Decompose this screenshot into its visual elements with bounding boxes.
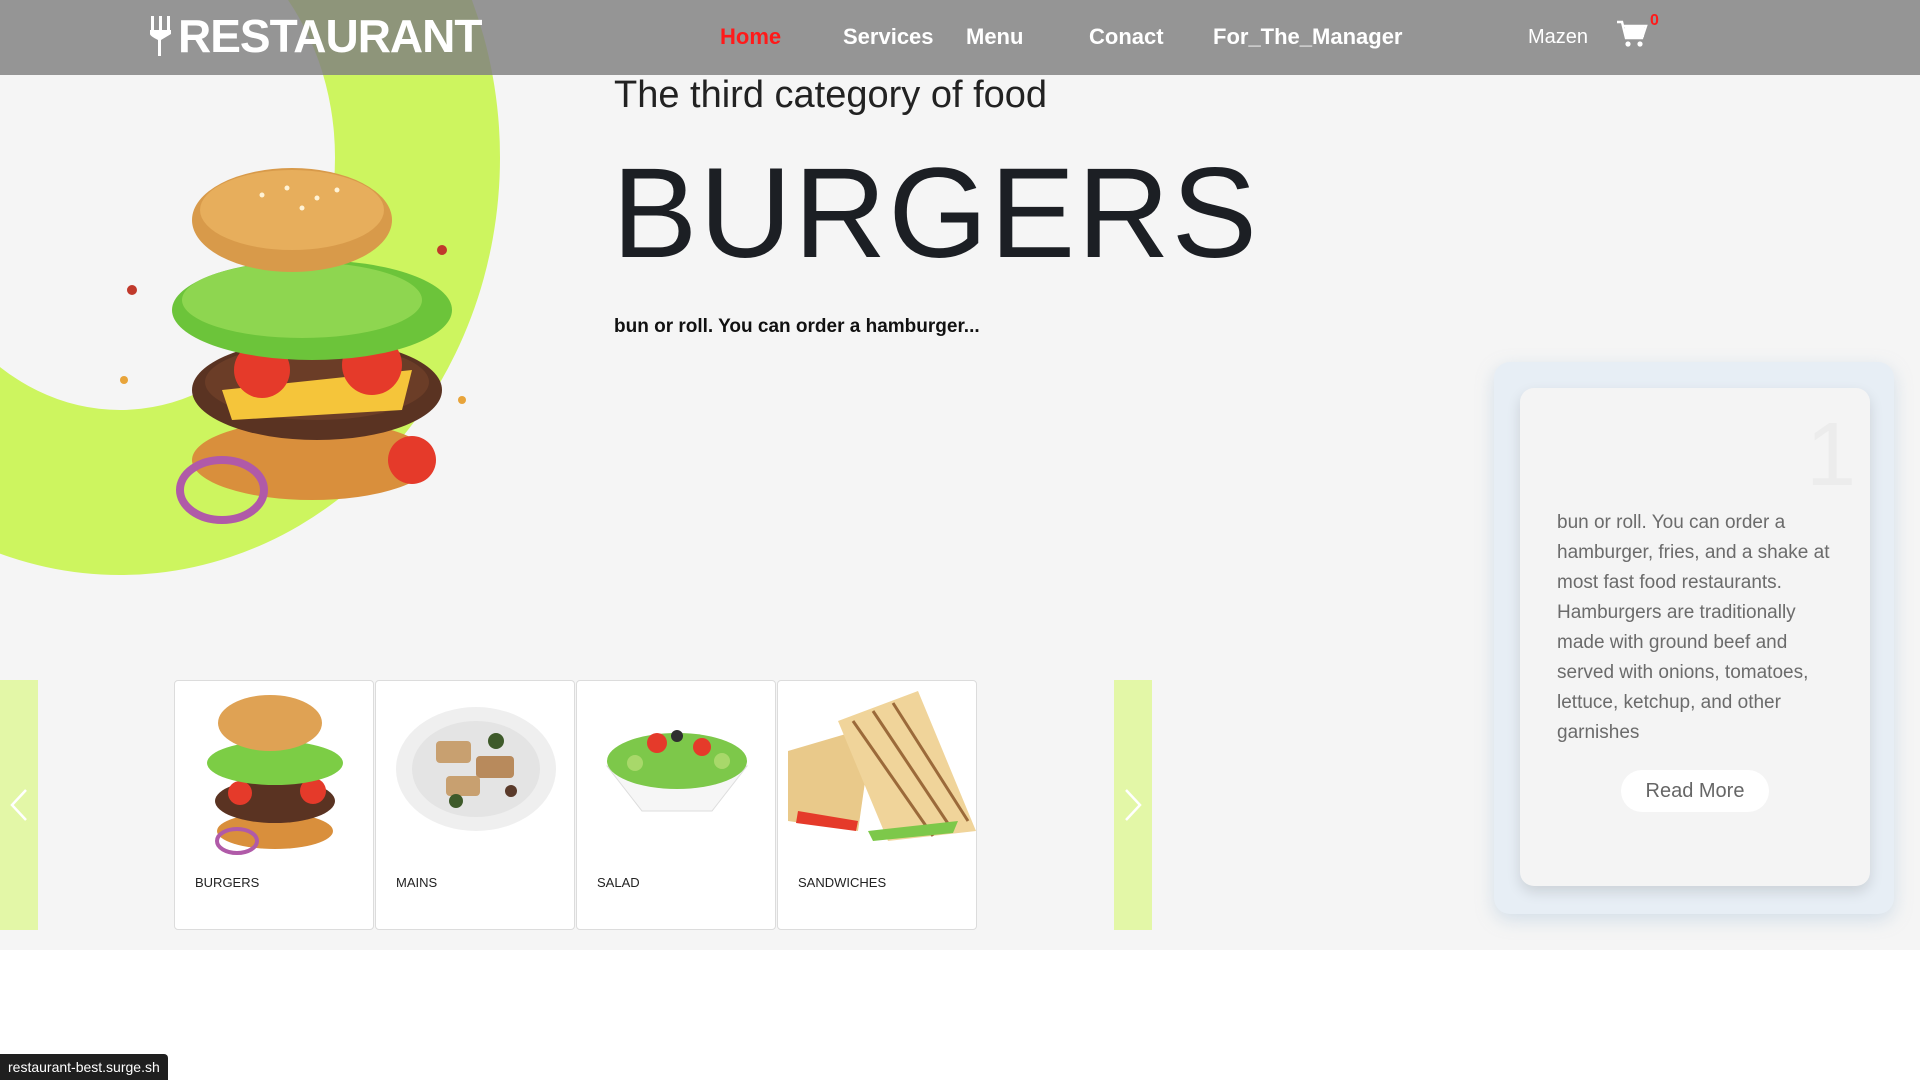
grilled-dish-image bbox=[396, 707, 556, 831]
category-card-mains[interactable]: MAINS bbox=[375, 680, 575, 930]
fork-icon bbox=[150, 16, 171, 56]
info-card-text: bun or roll. You can order a hamburger, … bbox=[1557, 512, 1830, 743]
page-title: BURGERS bbox=[612, 142, 1259, 285]
category-subtitle: The third category of food bbox=[614, 74, 1048, 116]
category-card-sandwiches[interactable]: SANDWICHES bbox=[777, 680, 977, 930]
hero-burger-image bbox=[120, 168, 466, 524]
status-bar-url: restaurant-best.surge.sh bbox=[0, 1054, 168, 1080]
slider-prev-button[interactable] bbox=[0, 680, 38, 930]
hero-section: The third category of food BURGERS bun o… bbox=[0, 0, 1920, 950]
salad-image bbox=[605, 730, 749, 812]
category-card-burgers[interactable]: BURGERS bbox=[174, 680, 374, 930]
nav-link-contact[interactable]: Conact bbox=[1089, 24, 1164, 50]
chevron-left-icon bbox=[10, 789, 27, 821]
category-card-salad[interactable]: SALAD bbox=[576, 680, 776, 930]
nav-link-menu[interactable]: Menu bbox=[966, 24, 1023, 50]
info-card-number: 1 bbox=[1806, 405, 1857, 505]
nav-link-manager[interactable]: For_The_Manager bbox=[1213, 24, 1403, 50]
card-label: MAINS bbox=[396, 875, 438, 890]
card-label: SANDWICHES bbox=[798, 875, 887, 890]
read-more-button[interactable]: Read More bbox=[1621, 770, 1769, 812]
navbar: RESTAURANT Home Services Menu Conact For… bbox=[0, 0, 1920, 75]
logo[interactable]: RESTAURANT bbox=[148, 8, 482, 64]
nav-link-services[interactable]: Services bbox=[843, 24, 934, 50]
chevron-right-icon bbox=[1125, 789, 1142, 821]
card-label: BURGERS bbox=[195, 875, 260, 890]
burger-image bbox=[207, 695, 343, 855]
card-label: SALAD bbox=[597, 875, 640, 890]
cart-count-badge: 0 bbox=[1650, 12, 1659, 29]
user-name[interactable]: Mazen bbox=[1528, 26, 1588, 49]
sandwich-image bbox=[788, 691, 976, 841]
hero-tagline: bun or roll. You can order a hamburger..… bbox=[614, 316, 980, 337]
nav-link-home[interactable]: Home bbox=[720, 24, 781, 50]
slider-next-button[interactable] bbox=[1114, 680, 1152, 930]
logo-text: RESTAURANT bbox=[178, 10, 482, 62]
cart-icon[interactable] bbox=[1616, 18, 1648, 50]
